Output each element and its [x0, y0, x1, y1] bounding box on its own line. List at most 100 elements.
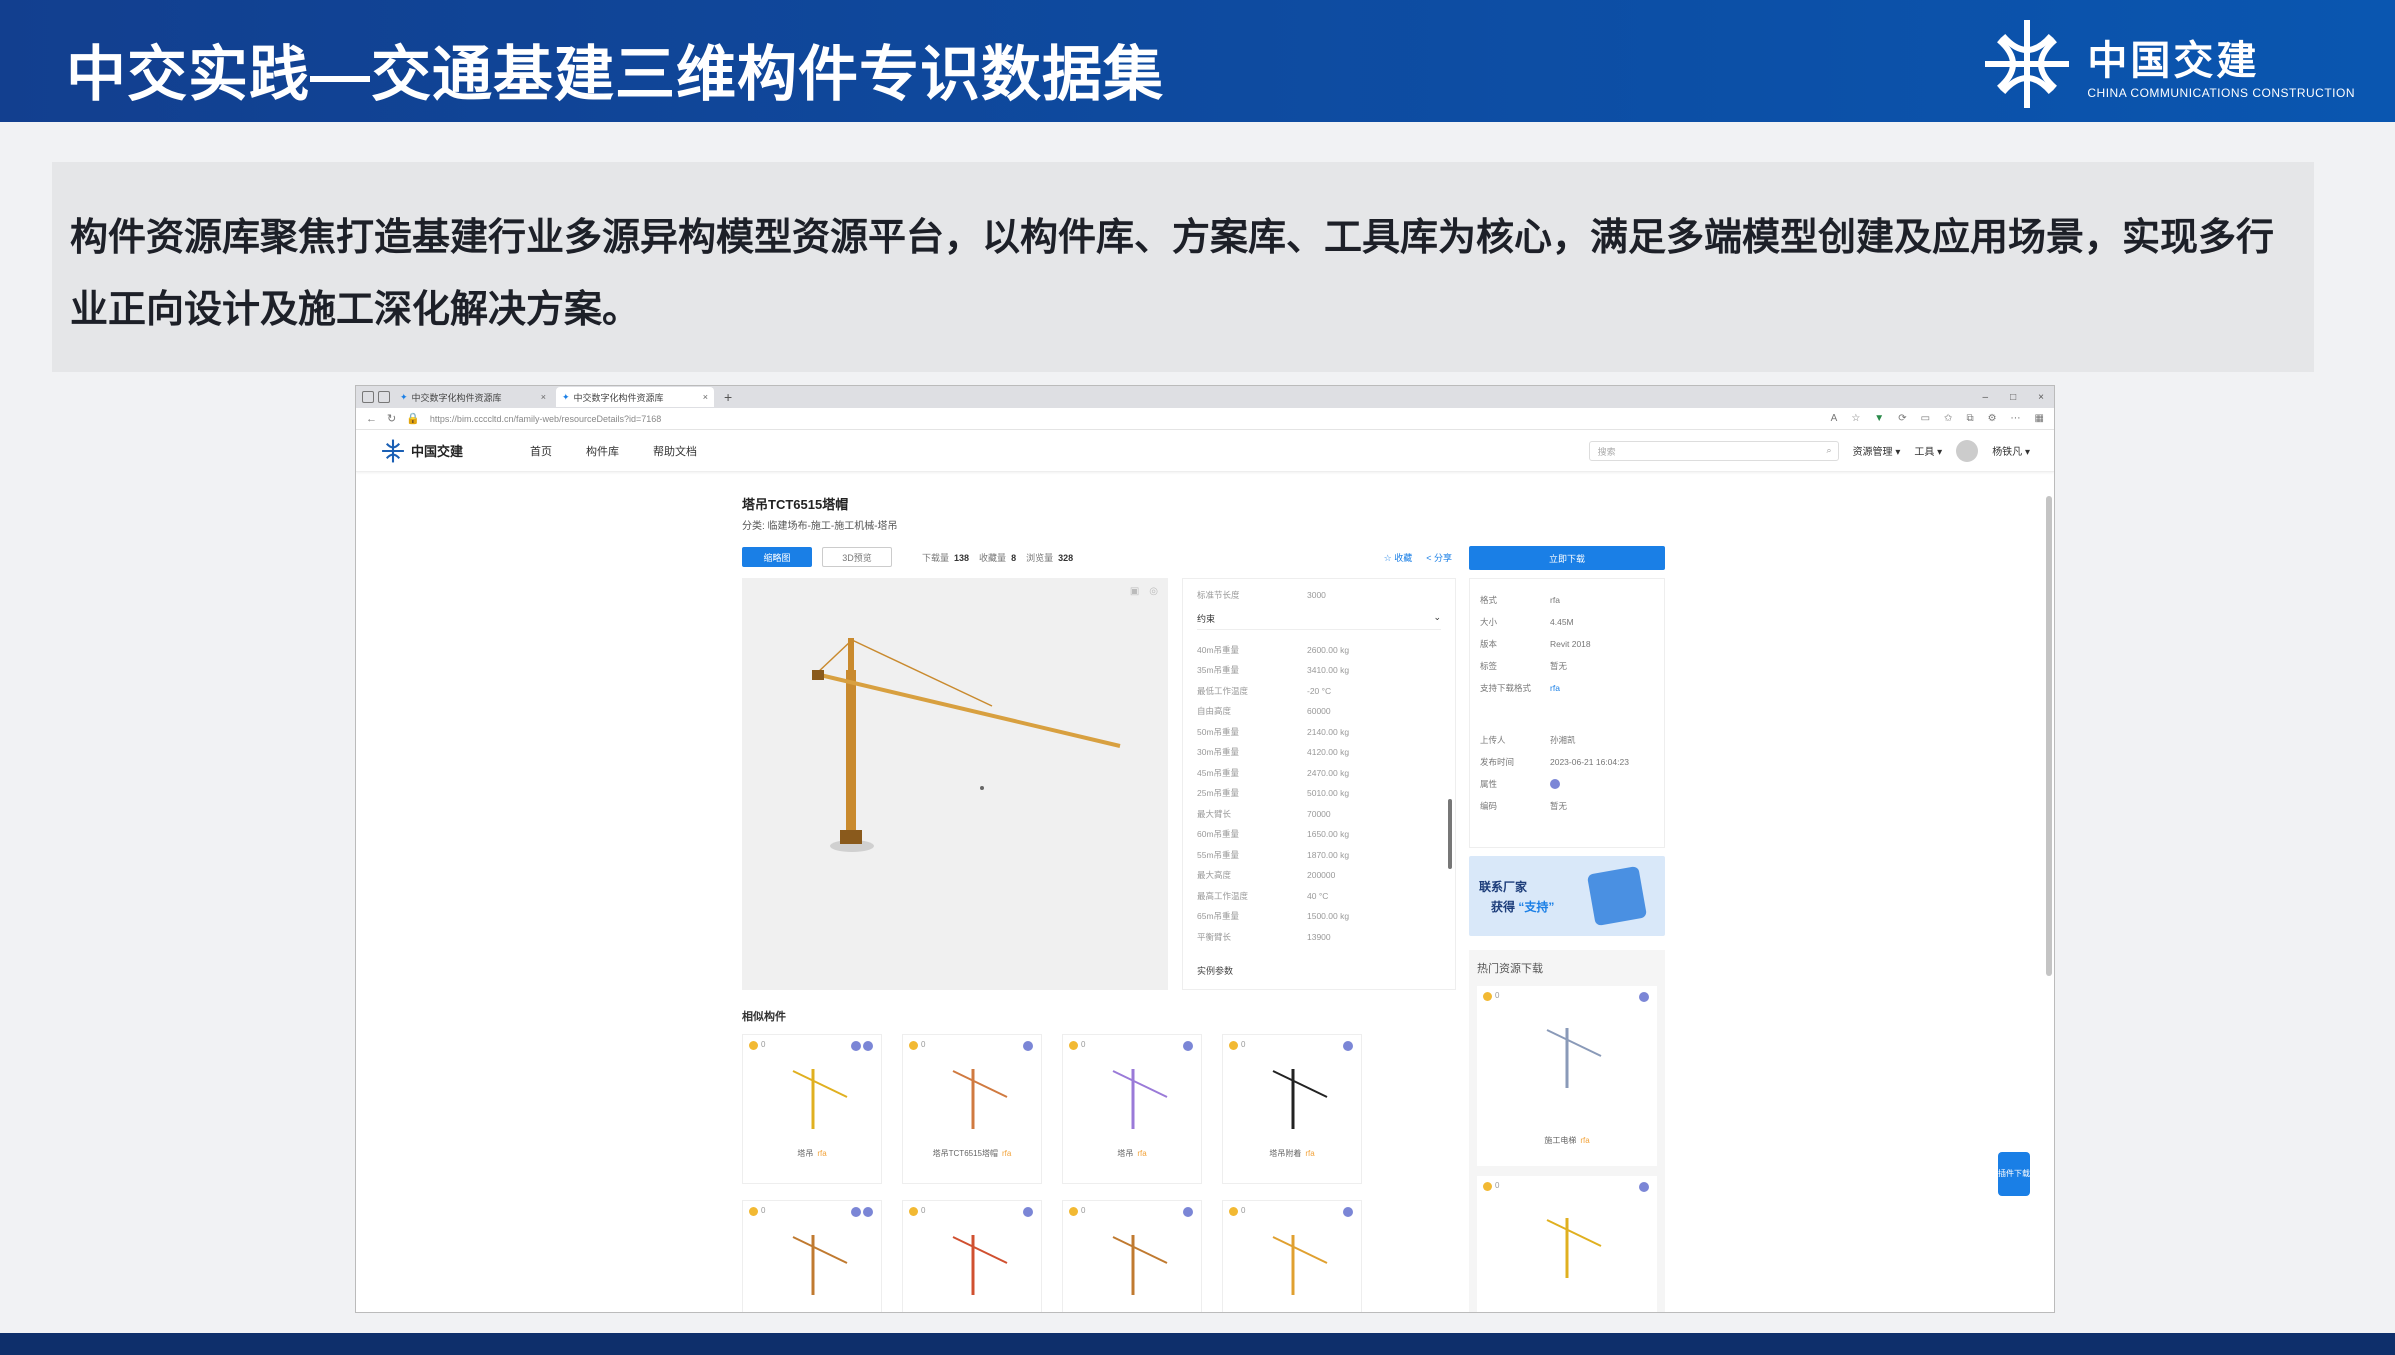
screenshot-icon[interactable]: ▣: [1130, 586, 1139, 597]
site-logo[interactable]: 中国交建: [380, 438, 490, 464]
card-name-text: 塔吊附着: [1269, 1149, 1302, 1158]
nav-home[interactable]: 首页: [530, 443, 552, 459]
info-value: 4.45M: [1550, 617, 1574, 627]
user-menu[interactable]: 杨铁凡 ▾: [1992, 443, 2030, 458]
maximize-icon[interactable]: □: [2010, 392, 2016, 403]
favorite-star-icon[interactable]: ☆: [1851, 413, 1860, 424]
model-viewer[interactable]: ▣ ◎: [742, 578, 1168, 990]
banner-line2: 获得 “支持”: [1491, 898, 1554, 915]
resource-menu[interactable]: 资源管理 ▾: [1853, 443, 1901, 458]
info-key: 发布时间: [1480, 757, 1515, 767]
profile-icon[interactable]: [362, 391, 374, 403]
plugin-download-button[interactable]: 插件下载: [1998, 1152, 2030, 1196]
param-key: 标准节长度: [1197, 590, 1240, 601]
browser-tab-2[interactable]: ✦ 中交数字化构件资源库 ×: [556, 387, 714, 407]
refresh-ext-icon[interactable]: ⟳: [1898, 413, 1906, 424]
similar-card[interactable]: 0: [742, 1200, 882, 1312]
cccc-logo-icon: [382, 439, 404, 462]
browser-tab-1[interactable]: ✦ 中交数字化构件资源库 ×: [394, 387, 552, 407]
param-key: 最大臂长: [1197, 808, 1232, 819]
cccc-logo-icon: [1985, 20, 2070, 108]
collect-button[interactable]: ☆ 收藏: [1384, 551, 1413, 564]
nav-components[interactable]: 构件库: [586, 443, 619, 459]
url-field[interactable]: https://bim.ccccltd.cn/family-web/resour…: [430, 414, 1821, 424]
instance-params-link[interactable]: 实例参数: [1197, 964, 1233, 977]
brand-name-en: CHINA COMMUNICATIONS CONSTRUCTION: [2087, 86, 2355, 100]
coin-icon: [1069, 1041, 1078, 1050]
download-count-label: 下载量: [922, 552, 950, 563]
attribute-badge-icon: [1183, 1207, 1193, 1217]
attribute-badge-icon: [1023, 1041, 1033, 1051]
slide: 中交实践—交通基建三维构件专识数据集 中国交建 CHINA COMMUNICAT…: [0, 0, 2395, 1355]
thumbnail-tab[interactable]: 缩略图: [742, 547, 812, 567]
search-input[interactable]: 搜索 ⌕: [1588, 440, 1839, 461]
card-ext: rfa: [1580, 1136, 1590, 1145]
new-tab-icon[interactable]: +: [718, 389, 738, 405]
search-icon[interactable]: ⌕: [1827, 445, 1832, 456]
card-ext: rfa: [1305, 1149, 1315, 1158]
similar-card[interactable]: 0 塔吊 rfa: [1062, 1034, 1202, 1184]
close-tab-icon[interactable]: ×: [703, 392, 708, 402]
chevron-down-icon: ⌄: [1433, 611, 1441, 622]
back-icon[interactable]: ←: [366, 413, 377, 425]
favorite-count-value: 8: [1011, 552, 1017, 563]
slide-footer: [0, 1333, 2395, 1355]
collections-icon[interactable]: ⧉: [1966, 413, 1973, 424]
hot-card[interactable]: 0 施工电梯 rfa: [1477, 986, 1657, 1166]
card-name: 塔吊 rfa: [1063, 1148, 1201, 1159]
view-count-label: 浏览量: [1026, 552, 1054, 563]
similar-card[interactable]: 0 塔吊附着 rfa: [1222, 1034, 1362, 1184]
param-key: 最高工作温度: [1197, 890, 1249, 901]
close-window-icon[interactable]: ×: [2038, 392, 2044, 403]
nav-help[interactable]: 帮助文档: [653, 443, 697, 459]
tab-actions-icon[interactable]: [378, 391, 390, 403]
resource-menu-label: 资源管理: [1852, 447, 1893, 458]
minimize-icon[interactable]: –: [1983, 392, 1989, 403]
param-value: 40 °C: [1307, 890, 1329, 901]
similar-card[interactable]: 0 塔吊TCT6515塔帽 rfa: [902, 1034, 1042, 1184]
attribute-badge-icon: [851, 1207, 861, 1217]
similar-card[interactable]: 0: [1222, 1200, 1362, 1312]
share-button[interactable]: < 分享: [1426, 551, 1452, 564]
param-row: 最低工作温度 -20 °C: [1197, 681, 1441, 702]
tools-menu[interactable]: 工具 ▾: [1914, 443, 1942, 458]
browser-toolbar-icons: A ☆ ▼ ⟳ ▭ ✩ ⧉ ⚙ ⋯ ▦: [1831, 413, 2044, 424]
product-category: 分类: 临建场布-施工-施工机械-塔吊: [742, 521, 898, 532]
attribute-badge-icon: [863, 1207, 873, 1217]
avatar[interactable]: [1956, 439, 1979, 462]
read-aloud-icon[interactable]: A: [1831, 413, 1838, 424]
banner-line2-a: 获得: [1491, 900, 1516, 914]
extensions-icon[interactable]: ⚙: [1988, 413, 1997, 424]
param-row: 平衡臂长 13900: [1197, 927, 1441, 948]
crane-thumbnail-icon: [1112, 1069, 1168, 1129]
contact-vendor-banner[interactable]: 联系厂家 获得 “支持”: [1469, 856, 1665, 936]
extension-icon[interactable]: ▼: [1874, 413, 1884, 424]
info-value: 孙湘凯: [1550, 735, 1576, 745]
reload-icon[interactable]: ↻: [387, 412, 396, 425]
crane-thumbnail-icon: [952, 1069, 1008, 1129]
close-tab-icon[interactable]: ×: [541, 392, 546, 402]
banner-line1: 联系厂家: [1479, 880, 1528, 894]
similar-card[interactable]: 0: [902, 1200, 1042, 1312]
hot-card[interactable]: 0: [1477, 1176, 1657, 1312]
similar-card[interactable]: 0: [1062, 1200, 1202, 1312]
split-screen-icon[interactable]: ▭: [1921, 413, 1930, 424]
param-scrollbar[interactable]: [1448, 799, 1452, 869]
favorites-icon[interactable]: ✩: [1944, 413, 1952, 424]
similar-card[interactable]: 0 塔吊 rfa: [742, 1034, 882, 1184]
sidebar-icon[interactable]: ▦: [2035, 413, 2044, 424]
page-scrollbar[interactable]: [2046, 496, 2052, 976]
param-row: 50m吊重量 2140.00 kg: [1197, 722, 1441, 743]
coin-icon: [749, 1207, 758, 1216]
constraint-select[interactable]: 约束 ⌄: [1197, 612, 1441, 630]
param-row: 自由高度 60000: [1197, 701, 1441, 722]
download-button[interactable]: 立即下载: [1469, 546, 1665, 570]
crane-thumbnail-icon: [1112, 1235, 1168, 1295]
info-row: 支持下载格式 rfa: [1480, 677, 1654, 699]
fullscreen-icon[interactable]: ◎: [1149, 586, 1158, 597]
preview-3d-tab[interactable]: 3D预览: [822, 547, 892, 567]
param-value: 13900: [1307, 931, 1331, 942]
hot-downloads-panel: 热门资源下载 0 施工电梯 rfa 0: [1469, 950, 1665, 1312]
param-key: 45m吊重量: [1197, 767, 1240, 778]
more-icon[interactable]: ⋯: [2011, 413, 2021, 424]
